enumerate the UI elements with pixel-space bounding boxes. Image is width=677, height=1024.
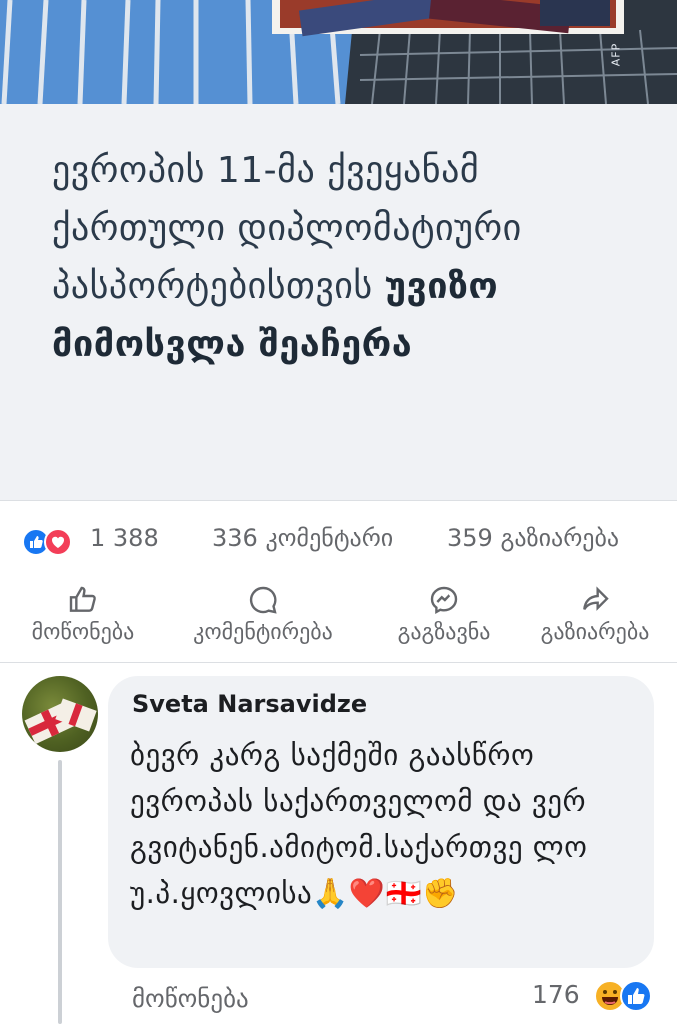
divider xyxy=(0,662,677,663)
like-reaction-icon xyxy=(620,980,652,1012)
comments-count[interactable]: 336 კომენტარი xyxy=(212,524,393,552)
photo-credit: AFP xyxy=(608,42,622,67)
comment-button-label: კომენტირება xyxy=(193,620,333,645)
comment-like-button[interactable]: მოწონება xyxy=(132,984,249,1013)
avatar[interactable] xyxy=(22,676,98,752)
messenger-icon xyxy=(374,584,514,618)
link-preview-card[interactable]: ევროპის 11-მა ქვეყანამ ქართული დიპლომატი… xyxy=(0,104,677,501)
comment-author[interactable]: Sveta Narsavidze xyxy=(132,690,367,718)
reaction-count[interactable]: 1 388 xyxy=(90,524,159,552)
like-button[interactable]: მოწონება xyxy=(8,584,158,654)
love-reaction-icon xyxy=(44,528,72,556)
share-button[interactable]: გაზიარება xyxy=(520,584,670,654)
headline: ევროპის 11-მა ქვეყანამ ქართული დიპლომატი… xyxy=(52,142,642,374)
comment-text: ბევრ კარგ საქმეში გაასწრო ევროპას საქართ… xyxy=(130,738,588,910)
comment-reaction-count: 176 xyxy=(532,980,580,1009)
shares-count[interactable]: 359 გაზიარება xyxy=(447,524,619,552)
like-button-label: მოწონება xyxy=(31,620,135,645)
comment-icon xyxy=(168,584,358,618)
send-button-label: გაგზავნა xyxy=(397,620,491,645)
post-actions: მოწონება კომენტირება გაგზავნა გაზიარება xyxy=(0,584,677,654)
thumbs-up-icon xyxy=(8,584,158,618)
reply-thread-line xyxy=(58,760,62,1024)
post-stats: 1 388 336 კომენტარი 359 გაზიარება xyxy=(22,522,662,562)
share-icon xyxy=(520,584,670,618)
send-button[interactable]: გაგზავნა xyxy=(374,584,514,654)
comment-bubble[interactable]: Sveta Narsavidze ბევრ კარგ საქმეში გაასწ… xyxy=(108,676,654,968)
article-image[interactable]: AFP xyxy=(0,0,677,104)
reaction-summary[interactable] xyxy=(22,528,84,556)
comment-button[interactable]: კომენტირება xyxy=(168,584,358,654)
article-photo xyxy=(0,0,677,104)
share-button-label: გაზიარება xyxy=(540,620,650,645)
